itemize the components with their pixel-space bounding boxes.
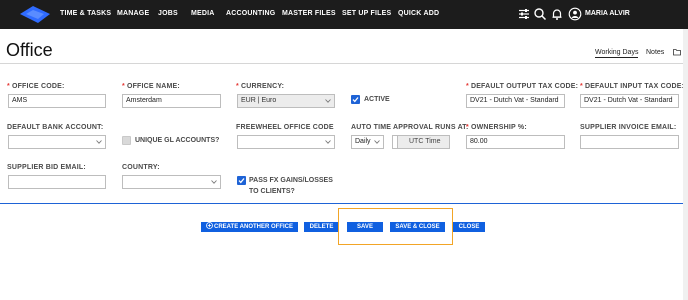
utc-time-placeholder: UTC Time [409,138,441,145]
pass-fx-checkbox[interactable] [237,176,246,185]
default-input-tax-select[interactable]: DV21 - Dutch Vat - Standard [580,94,679,108]
highlight-annotation [338,208,453,245]
currency-label: * CURRENCY: [236,83,285,90]
required-marker: * [122,83,125,90]
tab-notes[interactable]: Notes [646,49,664,56]
delete-button[interactable]: DELETE [304,222,339,232]
default-output-tax-select[interactable]: DV21 - Dutch Vat - Standard [466,94,565,108]
currency-select[interactable]: EUR | Euro [237,94,335,108]
unique-gl-checkbox[interactable] [122,136,131,145]
country-label: COUNTRY: [122,164,160,171]
page-title: Office [6,40,53,60]
required-marker: * [236,83,239,90]
office-code-label: * OFFICE CODE: [7,83,65,90]
freewheel-office-code-label: FREEWHEEL OFFICE CODE [236,124,334,131]
chevron-down-icon [374,140,380,144]
auto-time-utc-input[interactable]: UTC Time [392,135,450,149]
pass-fx-label-line2: TO CLIENTS? [249,188,295,195]
chevron-down-icon [96,140,102,144]
office-name-label: * OFFICE NAME: [122,83,180,90]
country-select[interactable] [122,175,221,189]
active-checkbox[interactable] [351,95,360,104]
nav-manage[interactable]: MANAGE [117,10,149,17]
chevron-down-icon [325,140,331,144]
freewheel-office-code-select[interactable] [237,135,335,149]
logo-icon[interactable] [20,6,50,23]
folder-icon[interactable] [673,48,681,56]
user-icon[interactable] [568,7,582,21]
form-divider [0,203,688,204]
default-bank-account-label: DEFAULT BANK ACCOUNT: [7,124,104,131]
nav-jobs[interactable]: JOBS [158,10,178,17]
user-name[interactable]: MARIA ALVIR [585,10,630,17]
plus-circle-icon [206,222,213,229]
auto-time-approval-label: AUTO TIME APPROVAL RUNS AT: [351,124,469,131]
chevron-down-icon [325,99,331,103]
nav-master-files[interactable]: MASTER FILES [282,10,336,17]
create-another-office-label: CREATE ANOTHER OFFICE [214,224,293,230]
required-marker: * [7,83,10,90]
time-input-handle [393,136,398,148]
required-marker: * [466,83,469,90]
tab-working-days[interactable]: Working Days [595,49,639,58]
page-scrollbar[interactable] [683,29,688,300]
auto-time-frequency-value: Daily [355,138,371,145]
close-button[interactable]: CLOSE [453,222,485,232]
ownership-input[interactable]: 80.00 [466,135,565,149]
default-output-tax-label: * DEFAULT OUTPUT TAX CODE: [466,83,579,90]
default-bank-account-select[interactable] [8,135,106,149]
check-icon [352,97,359,103]
top-nav-bar: TIME & TASKS MANAGE JOBS MEDIA ACCOUNTIN… [0,0,688,29]
currency-value: EUR | Euro [241,97,277,104]
search-icon[interactable] [533,7,547,21]
header-divider [0,63,688,64]
check-icon [238,178,245,184]
create-another-office-button[interactable]: CREATE ANOTHER OFFICE [201,222,298,232]
supplier-bid-email-input[interactable] [8,175,106,189]
unique-gl-label: UNIQUE GL ACCOUNTS? [135,137,220,144]
nav-quick-add[interactable]: QUICK ADD [398,10,439,17]
office-code-input[interactable]: AMS [8,94,106,108]
supplier-invoice-email-input[interactable] [580,135,679,149]
nav-time-tasks[interactable]: TIME & TASKS [60,10,111,17]
nav-accounting[interactable]: ACCOUNTING [226,10,275,17]
nav-set-up-files[interactable]: SET UP FILES [342,10,391,17]
bell-icon[interactable] [550,7,564,21]
supplier-invoice-email-label: SUPPLIER INVOICE EMAIL: [580,124,677,131]
office-name-input[interactable]: Amsterdam [122,94,221,108]
auto-time-frequency-select[interactable]: Daily [351,135,384,149]
default-input-tax-label: * DEFAULT INPUT TAX CODE: [580,83,685,90]
sliders-icon[interactable] [517,7,531,21]
supplier-bid-email-label: SUPPLIER BID EMAIL: [7,164,86,171]
pass-fx-label-line1: PASS FX GAINS/LOSSES [249,177,333,184]
required-marker: * [466,124,469,131]
chevron-down-icon [211,180,217,184]
ownership-label: * OWNERSHIP %: [466,124,527,131]
nav-media[interactable]: MEDIA [191,10,215,17]
active-label: ACTIVE [364,96,390,103]
required-marker: * [580,83,583,90]
